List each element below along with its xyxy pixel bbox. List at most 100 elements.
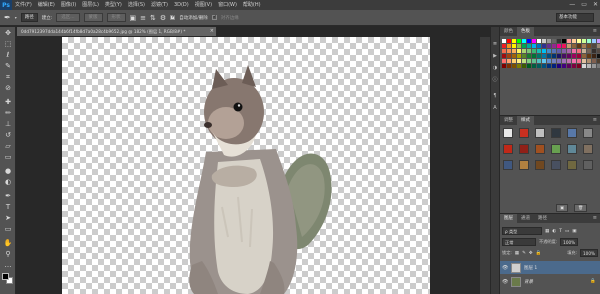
character-panel-icon[interactable]: A [492, 105, 498, 111]
blur-tool-icon[interactable]: ● [3, 167, 13, 176]
menu-layer[interactable]: 图层(L) [79, 0, 102, 10]
color-swatch[interactable] [557, 44, 561, 48]
color-swatch[interactable] [582, 49, 586, 53]
layer-kind-filter[interactable]: ρ 类型 [502, 227, 542, 235]
color-swatch[interactable] [542, 54, 546, 58]
menu-type[interactable]: 类型(Y) [102, 0, 125, 10]
document-tab[interactable]: 0dd7912397dda144b6f14fb8d7a0a28c4b9652.j… [17, 27, 217, 36]
filter-smart-icon[interactable]: ▣ [572, 229, 576, 234]
color-swatch[interactable] [582, 64, 586, 68]
lock-transparent-icon[interactable]: ▦ [515, 251, 519, 256]
tab-paths[interactable]: 路径 [534, 214, 551, 223]
color-swatch[interactable] [522, 54, 526, 58]
style-preset[interactable] [551, 144, 561, 154]
color-swatch[interactable] [507, 39, 511, 43]
color-swatch[interactable] [582, 39, 586, 43]
color-swatch[interactable] [502, 59, 506, 63]
style-preset[interactable] [519, 144, 529, 154]
dodge-tool-icon[interactable]: ◐ [3, 178, 13, 187]
style-preset[interactable] [567, 160, 577, 170]
color-swatch[interactable] [557, 59, 561, 63]
swatch-grid[interactable] [502, 39, 600, 68]
color-swatch[interactable] [542, 59, 546, 63]
layer-row-selected[interactable]: 👁 图层 1 [500, 261, 600, 274]
color-swatch[interactable] [507, 44, 511, 48]
color-swatch[interactable] [572, 64, 576, 68]
color-swatch[interactable] [567, 49, 571, 53]
color-swatch[interactable] [517, 54, 521, 58]
color-swatch[interactable] [567, 54, 571, 58]
color-swatch[interactable] [512, 49, 516, 53]
color-swatch[interactable] [527, 64, 531, 68]
color-swatch[interactable] [522, 44, 526, 48]
color-swatch[interactable] [577, 59, 581, 63]
adjust-panel-icon[interactable]: ◑ [492, 65, 498, 71]
color-swatch[interactable] [587, 39, 591, 43]
color-swatch[interactable] [592, 64, 596, 68]
color-swatch[interactable] [567, 64, 571, 68]
color-swatch[interactable] [507, 64, 511, 68]
color-swatch[interactable] [532, 59, 536, 63]
color-swatch[interactable] [542, 44, 546, 48]
color-swatch[interactable] [577, 49, 581, 53]
color-swatch[interactable] [587, 49, 591, 53]
eye-icon[interactable]: 👁 [502, 265, 508, 271]
color-swatch[interactable] [537, 44, 541, 48]
color-swatch[interactable] [547, 59, 551, 63]
color-swatch[interactable] [512, 64, 516, 68]
color-swatch[interactable] [537, 49, 541, 53]
workspace-select[interactable]: 基本功能 [556, 13, 594, 22]
color-swatch[interactable] [547, 49, 551, 53]
style-preset[interactable] [519, 128, 529, 138]
color-swatch[interactable] [532, 54, 536, 58]
style-preset[interactable] [519, 160, 529, 170]
color-swatch[interactable] [507, 49, 511, 53]
panel-menu-icon[interactable]: ≡ [593, 116, 597, 125]
new-style-icon[interactable]: ▣ [556, 204, 568, 212]
make-selection-button[interactable]: 选区... [56, 13, 80, 22]
color-swatch[interactable] [547, 54, 551, 58]
color-swatch[interactable] [557, 64, 561, 68]
color-swatch[interactable] [562, 49, 566, 53]
style-preset[interactable] [567, 128, 577, 138]
make-mask-button[interactable]: 蒙版 [83, 13, 103, 22]
shape-tool-icon[interactable]: ▭ [3, 225, 13, 234]
tab-layers[interactable]: 图层 [500, 214, 517, 223]
menu-filter[interactable]: 滤镜(T) [148, 0, 171, 10]
color-swatch[interactable] [512, 54, 516, 58]
style-preset[interactable] [503, 128, 513, 138]
style-preset[interactable] [567, 144, 577, 154]
color-swatch[interactable] [577, 64, 581, 68]
color-swatch[interactable] [527, 59, 531, 63]
color-swatch[interactable] [517, 59, 521, 63]
color-swatch[interactable] [572, 54, 576, 58]
document-canvas[interactable] [62, 37, 430, 294]
color-swatch[interactable] [557, 39, 561, 43]
color-swatch[interactable] [542, 49, 546, 53]
menu-image[interactable]: 图像(I) [58, 0, 79, 10]
color-swatch[interactable] [527, 44, 531, 48]
layer-name[interactable]: 图层 1 [524, 265, 537, 271]
stamp-tool-icon[interactable]: ⊥ [3, 120, 13, 129]
color-swatch[interactable] [572, 59, 576, 63]
menu-edit[interactable]: 编辑(E) [35, 0, 58, 10]
foreground-color-swatch[interactable] [2, 273, 9, 280]
history-panel-icon[interactable]: ≣ [492, 41, 498, 47]
menu-file[interactable]: 文件(F) [12, 0, 35, 10]
tab-adjustments[interactable]: 调整 [500, 116, 517, 125]
style-preset[interactable] [535, 128, 545, 138]
color-swatch[interactable] [502, 39, 506, 43]
filter-type-icon[interactable]: T [559, 229, 562, 234]
color-swatch[interactable] [592, 39, 596, 43]
color-swatch[interactable] [592, 54, 596, 58]
menu-select[interactable]: 选择(S) [125, 0, 148, 10]
color-swatch[interactable] [582, 59, 586, 63]
color-swatch[interactable] [592, 49, 596, 53]
color-swatch[interactable] [587, 44, 591, 48]
color-swatch[interactable] [572, 39, 576, 43]
color-swatch[interactable] [507, 59, 511, 63]
style-preset[interactable] [551, 160, 561, 170]
color-swatch[interactable] [587, 59, 591, 63]
pen-tool-preset-icon[interactable]: ✒ [4, 13, 11, 22]
pen-tool-icon[interactable]: ✒ [3, 192, 13, 201]
